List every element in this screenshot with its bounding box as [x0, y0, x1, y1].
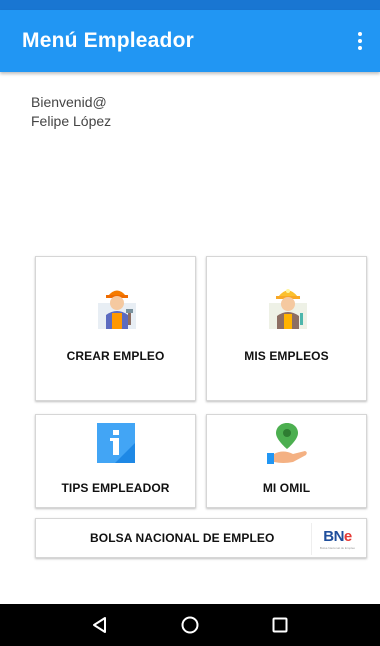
welcome-block: Bienvenid@ Felipe López [31, 93, 111, 131]
status-bar [0, 0, 380, 10]
mis-empleos-label: MIS EMPLEOS [244, 349, 329, 363]
info-icon [97, 423, 135, 463]
greeting-text: Bienvenid@ [31, 94, 107, 110]
worker-helmet-icon [269, 289, 307, 329]
tips-empleador-button[interactable]: TIPS EMPLEADOR [35, 414, 196, 508]
back-icon[interactable] [83, 608, 117, 642]
home-icon[interactable] [173, 608, 207, 642]
bne-logo-bn: BN [323, 527, 344, 545]
bolsa-nacional-label: BOLSA NACIONAL DE EMPLEO [90, 531, 275, 545]
recents-icon[interactable] [263, 608, 297, 642]
bne-logo-e: e [343, 527, 352, 545]
page-title: Menú Empleador [22, 29, 194, 52]
bne-logo: BNe Bolsa Nacional de Empleo [311, 523, 363, 555]
worker-icon [98, 290, 136, 329]
mi-omil-button[interactable]: MI OMIL [206, 414, 367, 508]
more-vert-icon[interactable] [350, 27, 370, 55]
crear-empleo-button[interactable]: CREAR EMPLEO [35, 256, 196, 401]
bne-logo-sub: Bolsa Nacional de Empleo [319, 545, 356, 550]
bolsa-nacional-button[interactable]: BOLSA NACIONAL DE EMPLEO BNe Bolsa Nacio… [35, 518, 367, 558]
crear-empleo-label: CREAR EMPLEO [66, 349, 165, 363]
user-name: Felipe López [31, 113, 112, 129]
app-bar: Menú Empleador [0, 10, 380, 72]
mis-empleos-button[interactable]: MIS EMPLEOS [206, 256, 367, 401]
location-hand-icon [267, 423, 307, 464]
system-navbar [0, 604, 380, 646]
mi-omil-label: MI OMIL [262, 481, 311, 495]
tips-empleador-label: TIPS EMPLEADOR [61, 481, 170, 495]
